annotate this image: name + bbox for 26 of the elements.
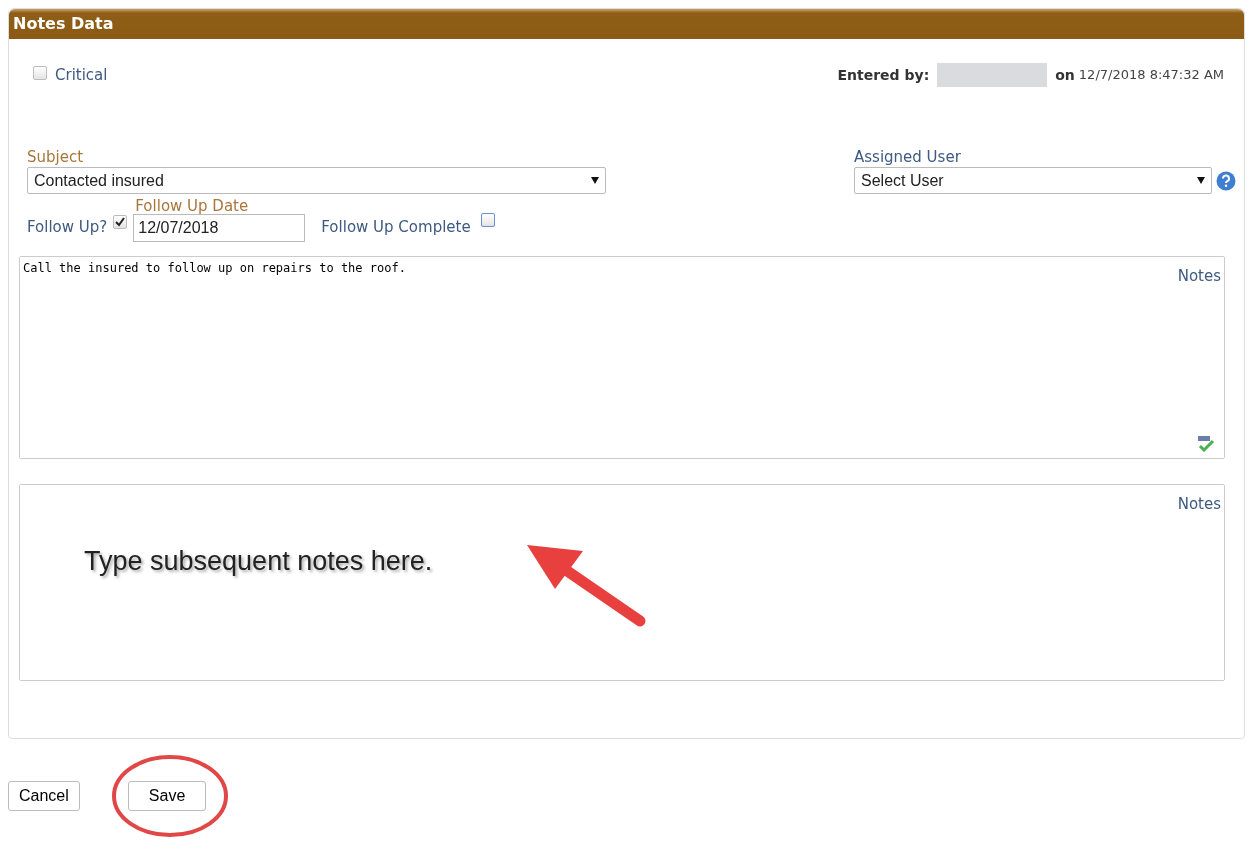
dropdown[interactable]: Contacted insured — [27, 167, 606, 194]
help-icon[interactable] — [1216, 170, 1236, 191]
checkbox[interactable] — [480, 213, 495, 227]
dropdown-arrow-icon — [591, 177, 599, 184]
dropdown-arrow-icon — [1197, 177, 1205, 184]
notes-label: Notes — [1177, 494, 1221, 515]
checkbox[interactable] — [33, 66, 47, 80]
notes-label: Notes — [1177, 266, 1221, 287]
annotation-text: Type subsequent notes here. — [84, 545, 433, 578]
field-label: Assigned User — [854, 149, 962, 165]
dropdown[interactable]: Select User — [854, 167, 1212, 194]
checkbox[interactable] — [113, 215, 128, 229]
spellcheck-icon[interactable] — [1196, 436, 1216, 452]
entered-by-label: Entered by: — [837, 65, 930, 85]
checkbox-label: Critical — [55, 64, 108, 86]
cancel-button[interactable]: Cancel — [8, 781, 80, 811]
save-button[interactable]: Save — [127, 781, 207, 811]
notes-field[interactable] — [20, 485, 1224, 680]
checkbox-label: Follow Up Complete — [321, 216, 471, 238]
entered-on-label: on — [1055, 65, 1075, 85]
follow-up-date-field[interactable]: 12/07/2018 — [133, 214, 306, 242]
field-label: Follow Up Date — [135, 198, 250, 214]
entered-timestamp: 12/7/2018 8:47:32 AM — [1078, 66, 1224, 85]
checkbox-label: Follow Up? — [27, 216, 108, 238]
field-label: Subject — [27, 149, 85, 165]
panel-title: Notes Data — [9, 9, 1244, 39]
